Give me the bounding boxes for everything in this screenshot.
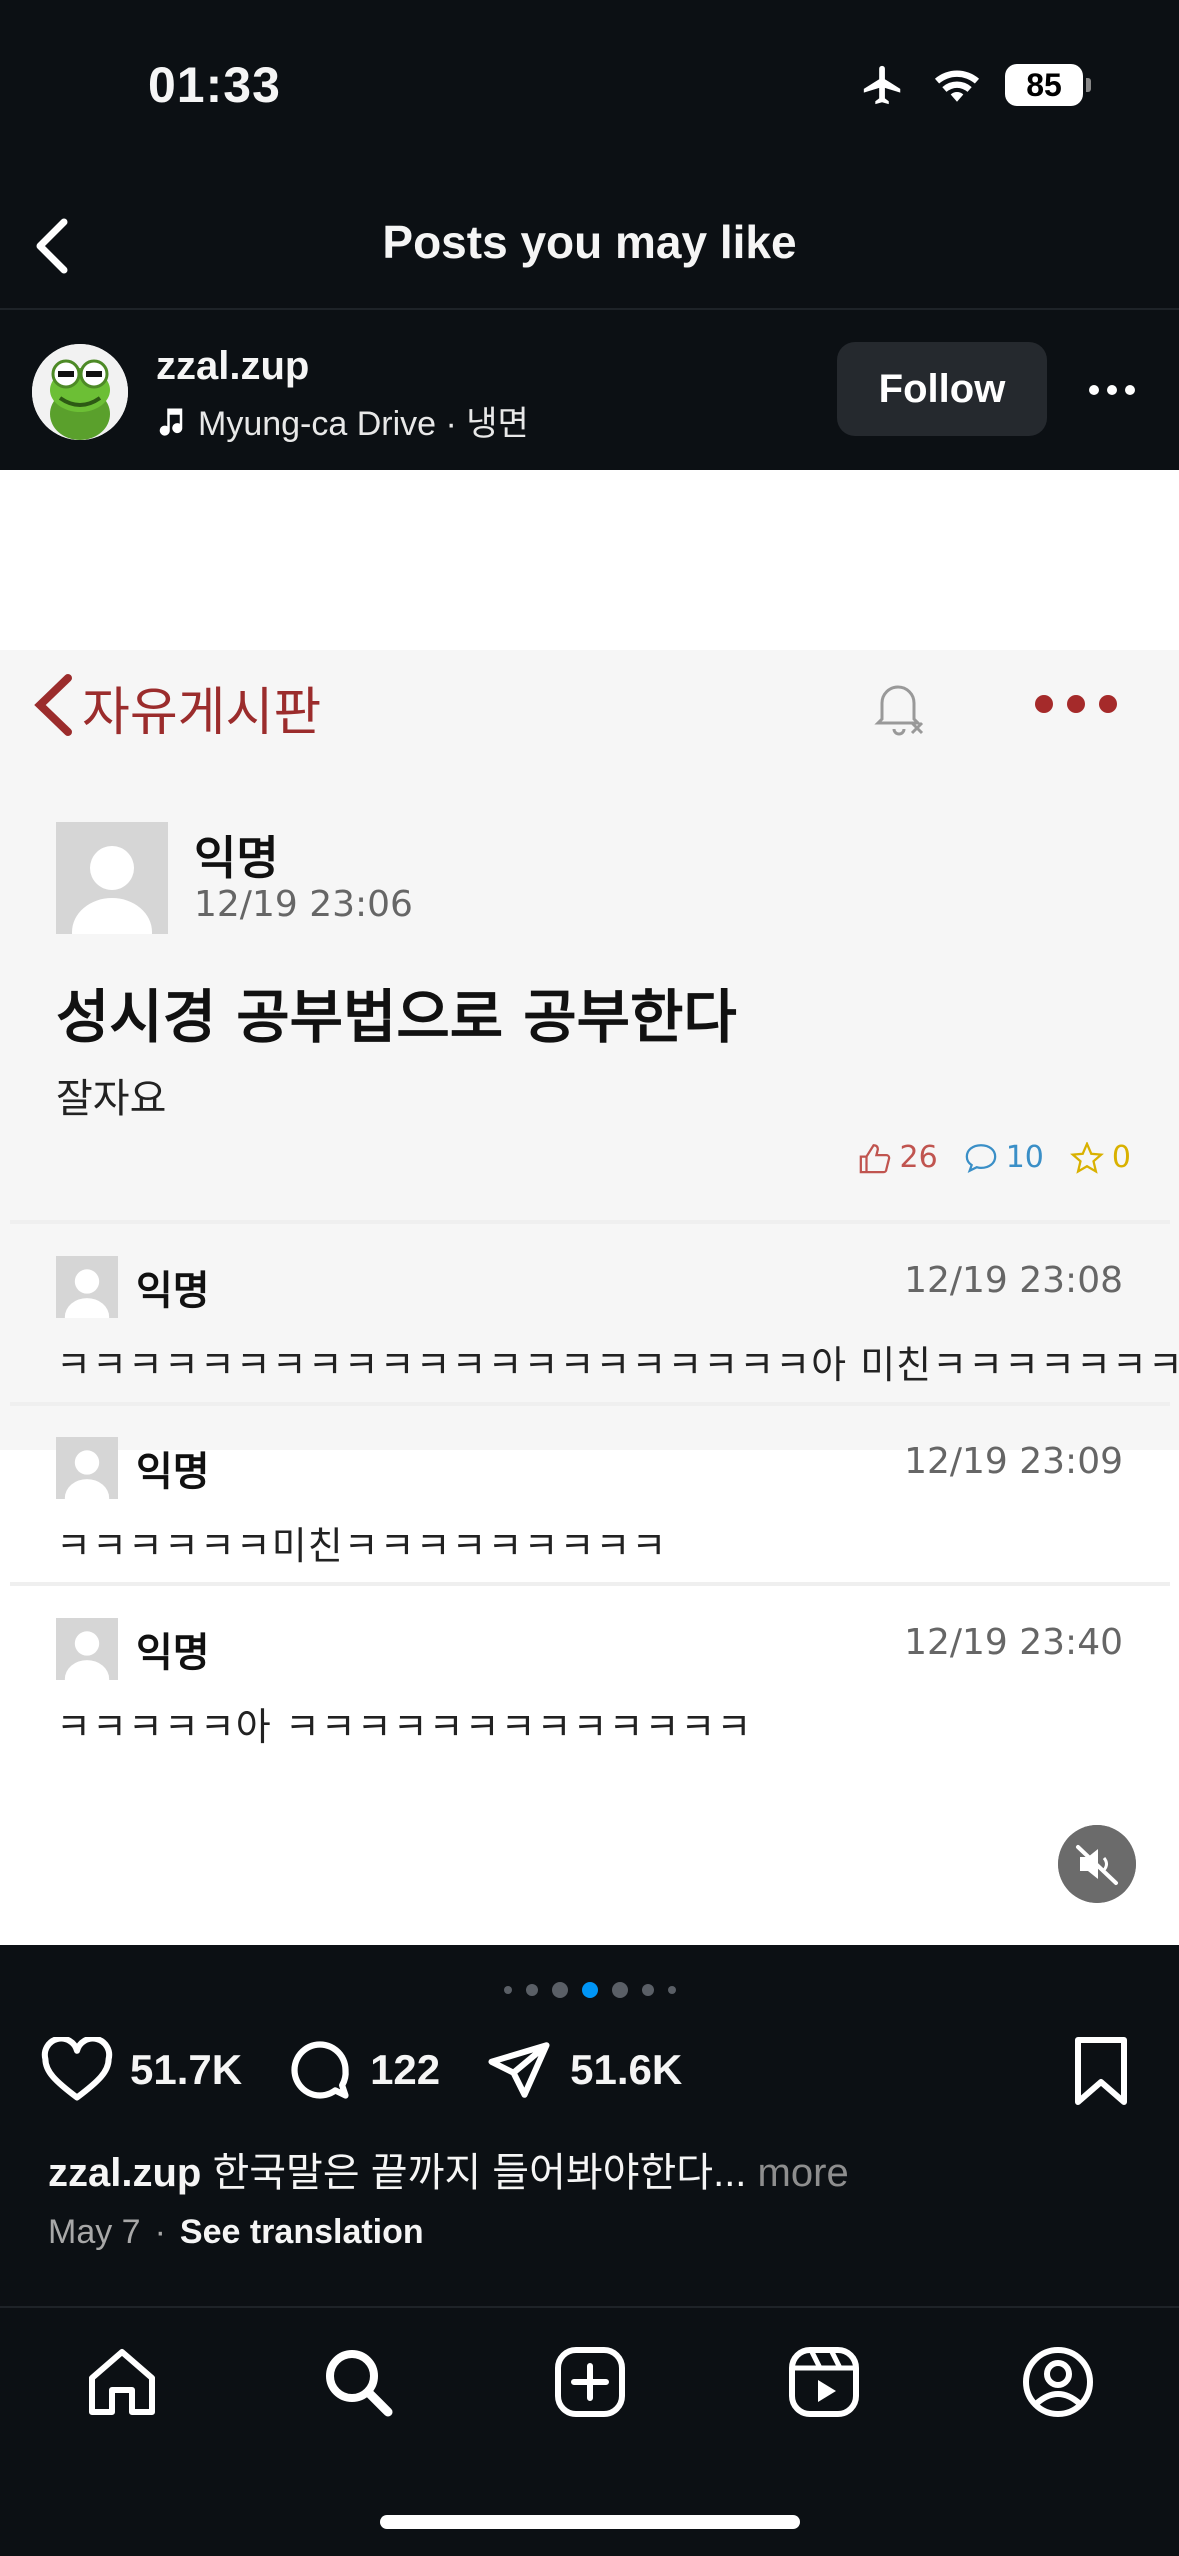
- wifi-icon: [934, 70, 980, 102]
- comment-date: 12/19 23:08: [904, 1260, 1123, 1301]
- comment-separator: [10, 1402, 1170, 1406]
- music-text: Myung-ca Drive · 냉면: [198, 405, 529, 443]
- caption-more-link[interactable]: more: [746, 2151, 849, 2195]
- comment-text: ㅋㅋㅋㅋㅋㅋ미친ㅋㅋㅋㅋㅋㅋㅋㅋㅋ: [56, 1524, 668, 1568]
- comment-count: 122: [370, 2046, 441, 2093]
- share-count: 51.6K: [570, 2046, 683, 2093]
- music-note-icon: [159, 408, 183, 436]
- avatar[interactable]: [32, 344, 128, 440]
- profile-icon[interactable]: [1016, 2340, 1100, 2424]
- comment-text: ㅋㅋㅋㅋㅋ아 ㅋㅋㅋㅋㅋㅋㅋㅋㅋㅋㅋㅋㅋ: [56, 1705, 753, 1749]
- comment-stat: 10: [964, 1140, 1044, 1175]
- comment-separator: [10, 1582, 1170, 1586]
- board-back-icon: [34, 674, 72, 736]
- comment-avatar: [56, 1437, 118, 1499]
- home-icon[interactable]: [80, 2340, 164, 2424]
- heart-icon: [41, 2037, 113, 2101]
- post-username[interactable]: zzal.zup: [156, 344, 309, 389]
- send-icon: [488, 2042, 550, 2098]
- bell-off-icon: [874, 685, 924, 736]
- home-indicator: [380, 2515, 800, 2529]
- star-icon: [1069, 1141, 1104, 1174]
- bookmark-icon[interactable]: [1070, 2036, 1132, 2106]
- meta-separator: ·: [154, 2213, 166, 2251]
- more-options-icon[interactable]: [1086, 370, 1138, 410]
- status-time: 01:33: [148, 57, 281, 113]
- post-title: 성시경 공부법으로 공부한다: [56, 983, 737, 1051]
- reels-icon[interactable]: [782, 2340, 866, 2424]
- comment-avatar: [56, 1618, 118, 1680]
- action-row: 51.7K 122 51.6K: [40, 2036, 726, 2104]
- comment-author: 익명: [136, 1630, 210, 1676]
- post-image[interactable]: 자유게시판 익명 12/19 23:06 성시경 공부법으로 공부한다 잘자요 …: [0, 470, 1179, 1945]
- thumbs-up-icon: [859, 1143, 890, 1173]
- carousel-dot: [551, 1982, 568, 1998]
- carousel-dot: [611, 1982, 628, 1998]
- airplane-icon: [863, 65, 901, 105]
- post-body: 잘자요: [56, 1076, 167, 1122]
- comment-avatar: [56, 1256, 118, 1318]
- comment-author: 익명: [136, 1449, 210, 1495]
- post-author: 익명: [194, 831, 279, 885]
- caption-text: 한국말은 끝까지 들어봐야한다...: [201, 2151, 747, 2195]
- comment-separator: [10, 1220, 1170, 1224]
- comment-item: 익명 12/19 23:08 ㅋㅋㅋㅋㅋㅋㅋㅋㅋㅋㅋㅋㅋㅋㅋㅋㅋㅋㅋㅋㅋ아 미친…: [0, 1256, 1179, 1426]
- comment-icon: [291, 2041, 349, 2099]
- carousel-dot: [503, 1986, 512, 1994]
- comment-action[interactable]: 122: [286, 2036, 440, 2104]
- like-action[interactable]: 51.7K: [40, 2037, 242, 2103]
- star-stat: 0: [1069, 1140, 1131, 1175]
- post-author-avatar: [56, 822, 168, 934]
- frog-avatar-icon: [32, 344, 128, 440]
- comment-text: ㅋㅋㅋㅋㅋㅋㅋㅋㅋㅋㅋㅋㅋㅋㅋㅋㅋㅋㅋㅋㅋ아 미친ㅋㅋㅋㅋㅋㅋㅋㅋ: [56, 1343, 1179, 1387]
- battery-indicator: 85: [1005, 64, 1091, 106]
- follow-button[interactable]: Follow: [837, 342, 1047, 436]
- carousel-dot: [667, 1986, 676, 1994]
- mute-icon[interactable]: [1058, 1825, 1136, 1903]
- like-count: 51.7K: [130, 2046, 243, 2093]
- board-name: 자유게시판: [82, 683, 322, 743]
- post-stats: 26 10 0: [858, 1140, 1131, 1175]
- comment-date: 12/19 23:40: [904, 1622, 1123, 1663]
- see-translation-link[interactable]: See translation: [180, 2213, 424, 2252]
- header-divider: [0, 308, 1179, 310]
- caption[interactable]: zzal.zup 한국말은 끝까지 들어봐야한다... more: [48, 2140, 849, 2198]
- post-date: 12/19 23:06: [194, 884, 413, 925]
- comment-author: 익명: [136, 1268, 210, 1314]
- carousel-dot: [525, 1984, 538, 1996]
- page-title: Posts you may like: [382, 216, 797, 268]
- board-menu-icon: [1035, 695, 1117, 713]
- tab-bar-divider: [0, 2306, 1179, 2308]
- caption-username[interactable]: zzal.zup: [48, 2151, 201, 2195]
- share-action[interactable]: 51.6K: [484, 2037, 682, 2103]
- comment-date: 12/19 23:09: [904, 1441, 1123, 1482]
- carousel-indicator: [0, 1982, 1179, 1998]
- status-icons: 85: [857, 62, 1091, 108]
- like-stat: 26: [858, 1140, 938, 1175]
- carousel-dot: [641, 1984, 654, 1996]
- music-attribution[interactable]: Myung-ca Drive · 냉면: [156, 396, 529, 445]
- post-date-label: May 7: [48, 2213, 141, 2251]
- post-meta: May 7 · See translation: [48, 2213, 424, 2252]
- community-screenshot: 자유게시판 익명 12/19 23:06 성시경 공부법으로 공부한다 잘자요 …: [0, 470, 1179, 1945]
- carousel-dot-active: [581, 1982, 598, 1998]
- speech-bubble-icon: [965, 1143, 997, 1173]
- comment-item: 익명 12/19 23:40 ㅋㅋㅋㅋㅋ아 ㅋㅋㅋㅋㅋㅋㅋㅋㅋㅋㅋㅋㅋ: [0, 1618, 1179, 1788]
- create-icon[interactable]: [548, 2340, 632, 2424]
- search-icon[interactable]: [316, 2340, 400, 2424]
